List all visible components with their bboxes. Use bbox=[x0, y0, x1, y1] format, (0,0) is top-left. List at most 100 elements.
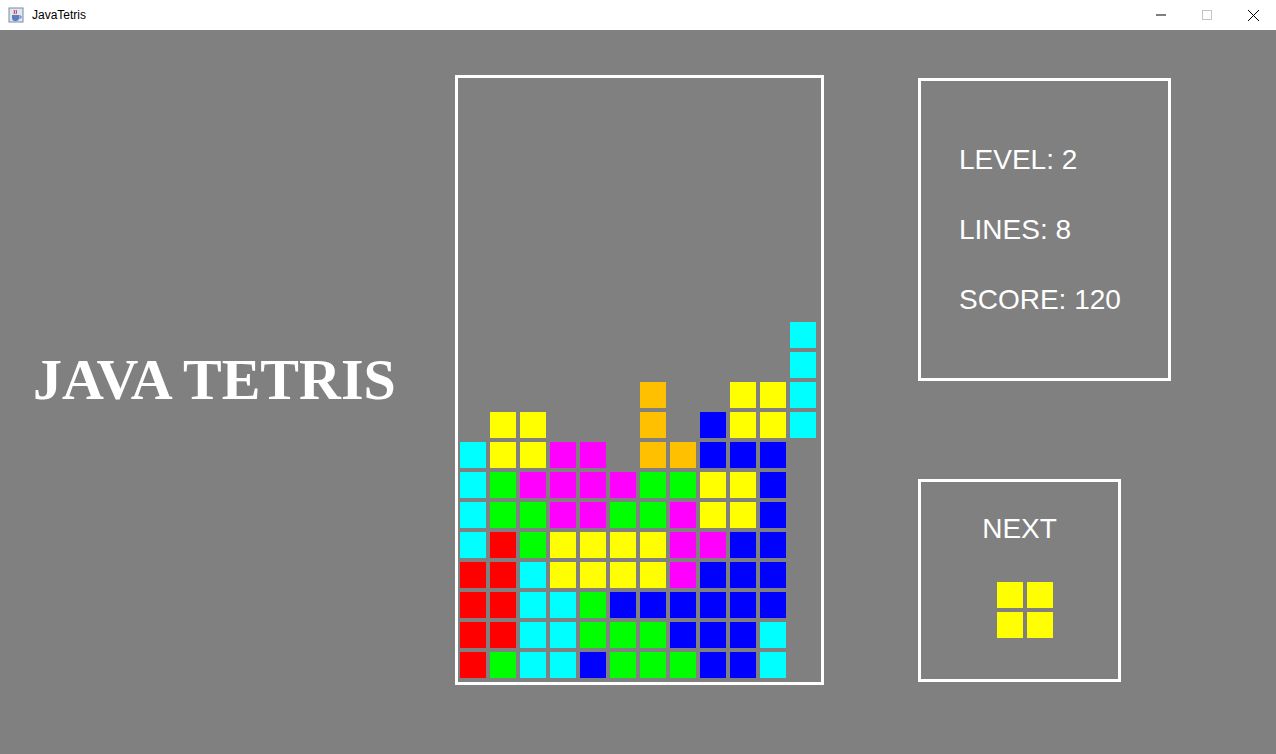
board-cell bbox=[490, 112, 516, 138]
board-cell bbox=[790, 442, 816, 468]
board-block bbox=[580, 622, 606, 648]
board-cell bbox=[460, 382, 486, 408]
board-block bbox=[730, 442, 756, 468]
board-block bbox=[760, 562, 786, 588]
minimize-button[interactable] bbox=[1138, 0, 1184, 30]
board-block bbox=[760, 622, 786, 648]
board-block bbox=[730, 622, 756, 648]
board-cell bbox=[790, 502, 816, 528]
board-cell bbox=[610, 412, 636, 438]
board-cell bbox=[730, 202, 756, 228]
board-cell bbox=[760, 352, 786, 378]
board-block bbox=[490, 532, 516, 558]
board-cell bbox=[520, 112, 546, 138]
board-block bbox=[640, 442, 666, 468]
board-block bbox=[610, 502, 636, 528]
board-block bbox=[490, 472, 516, 498]
board-cell bbox=[490, 202, 516, 228]
board-cell bbox=[670, 412, 696, 438]
title-bar: JavaTetris bbox=[0, 0, 1276, 30]
board-cell bbox=[730, 292, 756, 318]
board-cell bbox=[610, 172, 636, 198]
board-cell bbox=[490, 352, 516, 378]
board-block bbox=[580, 472, 606, 498]
stat-text: SCORE: 120 bbox=[959, 283, 1158, 317]
board-block bbox=[790, 412, 816, 438]
board-block bbox=[460, 532, 486, 558]
board-cell bbox=[490, 322, 516, 348]
board-block bbox=[730, 562, 756, 588]
board-block bbox=[640, 382, 666, 408]
board-cell bbox=[700, 112, 726, 138]
board-cell bbox=[640, 172, 666, 198]
board-cell bbox=[700, 142, 726, 168]
board-cell bbox=[790, 532, 816, 558]
game-board bbox=[455, 75, 824, 685]
close-icon bbox=[1248, 10, 1259, 21]
board-cell bbox=[670, 202, 696, 228]
board-block bbox=[520, 652, 546, 678]
board-cell bbox=[580, 82, 606, 108]
board-cell bbox=[460, 172, 486, 198]
board-block bbox=[640, 622, 666, 648]
board-cell bbox=[670, 382, 696, 408]
board-block bbox=[490, 592, 516, 618]
board-block bbox=[550, 592, 576, 618]
board-cell bbox=[520, 292, 546, 318]
board-block bbox=[730, 472, 756, 498]
board-cell bbox=[490, 142, 516, 168]
board-cell bbox=[520, 172, 546, 198]
board-cell bbox=[550, 322, 576, 348]
board-block bbox=[460, 562, 486, 588]
board-cell bbox=[700, 82, 726, 108]
board-block bbox=[610, 562, 636, 588]
board-cell bbox=[520, 82, 546, 108]
board-cell bbox=[790, 562, 816, 588]
board-block bbox=[670, 472, 696, 498]
board-cell bbox=[550, 172, 576, 198]
board-cell bbox=[730, 262, 756, 288]
board-cell bbox=[700, 292, 726, 318]
board-cell bbox=[670, 142, 696, 168]
board-block bbox=[520, 592, 546, 618]
board-block bbox=[760, 652, 786, 678]
board-cell bbox=[580, 262, 606, 288]
board-cell bbox=[460, 292, 486, 318]
board-block bbox=[490, 652, 516, 678]
board-block bbox=[520, 472, 546, 498]
board-block bbox=[700, 592, 726, 618]
board-cell bbox=[520, 262, 546, 288]
board-cell bbox=[550, 82, 576, 108]
board-cell bbox=[640, 82, 666, 108]
board-cell bbox=[520, 202, 546, 228]
board-block bbox=[730, 532, 756, 558]
board-cell bbox=[760, 292, 786, 318]
board-cell bbox=[520, 142, 546, 168]
board-cell bbox=[550, 382, 576, 408]
board-block bbox=[670, 622, 696, 648]
next-block bbox=[997, 612, 1023, 638]
board-cell bbox=[460, 412, 486, 438]
minimize-icon bbox=[1156, 10, 1166, 20]
board-cell bbox=[550, 412, 576, 438]
board-cell bbox=[460, 112, 486, 138]
board-cell bbox=[490, 232, 516, 258]
maximize-button bbox=[1184, 0, 1230, 30]
board-cell bbox=[490, 82, 516, 108]
board-cell bbox=[640, 292, 666, 318]
board-cell bbox=[640, 112, 666, 138]
board-block bbox=[760, 412, 786, 438]
board-cell bbox=[700, 172, 726, 198]
board-cell bbox=[790, 472, 816, 498]
board-block bbox=[700, 562, 726, 588]
board-block bbox=[640, 412, 666, 438]
close-button[interactable] bbox=[1230, 0, 1276, 30]
board-cell bbox=[790, 592, 816, 618]
board-cell bbox=[610, 82, 636, 108]
board-block bbox=[730, 412, 756, 438]
board-block bbox=[760, 592, 786, 618]
board-cell bbox=[730, 82, 756, 108]
board-cell bbox=[550, 232, 576, 258]
board-cell bbox=[760, 202, 786, 228]
board-cell bbox=[490, 262, 516, 288]
